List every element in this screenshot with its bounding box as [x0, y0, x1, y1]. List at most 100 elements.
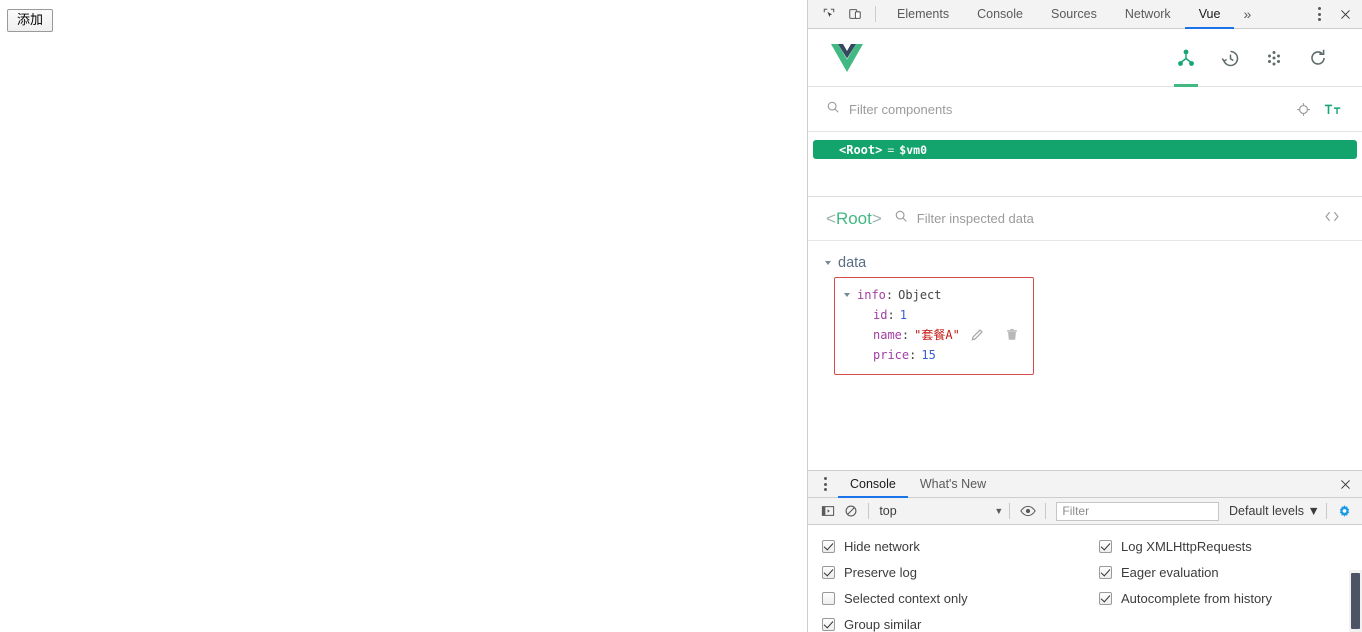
root-name: Root	[835, 208, 872, 228]
console-scrollbar[interactable]	[1349, 570, 1362, 632]
property-row-name[interactable]: name : "套餐A"	[845, 325, 1019, 345]
tab-elements[interactable]: Elements	[883, 0, 963, 29]
tab-console[interactable]: Console	[963, 0, 1037, 29]
pencil-edit-icon[interactable]	[970, 328, 984, 342]
execution-context-select[interactable]: top ▼	[875, 504, 1003, 518]
log-levels-label: Default levels	[1229, 504, 1305, 518]
component-tag: <Root>	[839, 142, 883, 157]
close-icon[interactable]	[1332, 2, 1358, 26]
vue-inspected-data: data info : Object id : 1 name: "套餐A" p…	[808, 241, 1362, 470]
devtools-toolbar: Elements Console Sources Network Vue »	[808, 0, 1362, 29]
checkbox-icon[interactable]	[1099, 539, 1112, 553]
kebab-menu-icon[interactable]	[1306, 2, 1332, 26]
setting-label: Selected context only	[844, 590, 968, 606]
filter-components-input[interactable]	[849, 99, 1288, 119]
vue-inspector-header: <Root>	[808, 197, 1362, 241]
setting-placeholder	[1099, 611, 1362, 632]
object-type: Object	[898, 288, 942, 302]
inspected-component-name: <Root>	[826, 209, 882, 229]
tab-network[interactable]: Network	[1111, 0, 1185, 29]
data-section-header[interactable]: data	[825, 255, 1362, 271]
tab-sources[interactable]: Sources	[1037, 0, 1111, 29]
property-key: id	[873, 308, 888, 322]
setting-hide-network[interactable]: Hide network	[822, 533, 1099, 559]
info-object-box: info : Object id : 1 name : "套餐A" price …	[834, 277, 1034, 375]
timeline-tab-icon[interactable]	[1208, 29, 1252, 87]
vue-panel-actions	[1164, 29, 1340, 87]
setting-preserve-log[interactable]: Preserve log	[822, 559, 1099, 585]
scrollbar-thumb[interactable]	[1351, 573, 1360, 629]
property-value: "套餐A"	[914, 328, 960, 342]
code-brackets-icon[interactable]	[1316, 210, 1348, 227]
chevron-down-icon: ▼	[1307, 504, 1320, 518]
drawer-tab-console[interactable]: Console	[838, 471, 908, 498]
console-sidebar-icon[interactable]	[816, 500, 839, 522]
devtools-toolbar-right	[1306, 2, 1358, 26]
components-tab-icon[interactable]	[1164, 29, 1208, 87]
setting-group-similar[interactable]: Group similar	[822, 611, 1099, 632]
trash-delete-icon[interactable]	[1006, 328, 1018, 342]
device-toolbar-icon[interactable]	[842, 2, 868, 26]
colon: :	[909, 348, 917, 362]
property-key: price	[873, 348, 910, 362]
object-head-row[interactable]: info : Object	[844, 285, 1019, 305]
checkbox-icon[interactable]	[1099, 565, 1112, 579]
checkbox-icon[interactable]	[822, 617, 835, 631]
toolbar-divider	[875, 6, 876, 22]
setting-autocomplete-from-history[interactable]: Autocomplete from history	[1099, 585, 1362, 611]
toolbar-divider	[868, 503, 870, 519]
text-size-icon[interactable]	[1318, 96, 1348, 122]
kebab-menu-icon[interactable]	[812, 472, 838, 496]
toolbar-divider	[1009, 503, 1011, 519]
setting-log-xmlhttprequests[interactable]: Log XMLHttpRequests	[1099, 533, 1362, 559]
log-levels-select[interactable]: Default levels ▼	[1229, 504, 1320, 518]
console-toolbar: top ▼ Default levels ▼	[808, 498, 1362, 525]
vuex-tab-icon[interactable]	[1252, 29, 1296, 87]
colon: :	[885, 288, 894, 302]
drawer-tab-whats-new[interactable]: What's New	[908, 471, 998, 498]
live-expression-eye-icon[interactable]	[1016, 500, 1039, 522]
checkbox-icon[interactable]	[822, 565, 835, 579]
inspect-cursor-icon[interactable]	[816, 2, 842, 26]
setting-label: Eager evaluation	[1121, 564, 1219, 580]
equals-sign: =	[887, 142, 895, 157]
toolbar-divider	[1045, 503, 1047, 519]
object-key: info	[857, 288, 886, 302]
console-filter-box[interactable]	[1056, 501, 1219, 521]
setting-label: Autocomplete from history	[1121, 590, 1273, 606]
checkbox-icon[interactable]	[822, 591, 835, 605]
refresh-icon[interactable]	[1296, 29, 1340, 87]
angle-open: <	[826, 208, 836, 228]
add-button[interactable]: 添加	[7, 9, 54, 32]
close-icon[interactable]	[1329, 478, 1362, 491]
search-icon	[826, 100, 840, 119]
devtools-panel: Elements Console Sources Network Vue » F…	[807, 0, 1362, 632]
setting-selected-context-only[interactable]: Selected context only	[822, 585, 1099, 611]
console-settings-grid: Hide network Log XMLHttpRequests Preserv…	[822, 533, 1362, 632]
tree-row-root[interactable]: <Root> = $vm0	[813, 140, 1357, 159]
checkbox-icon[interactable]	[822, 539, 835, 553]
toolbar-divider	[1325, 503, 1327, 519]
target-select-icon[interactable]	[1288, 96, 1318, 122]
caret-down-icon	[844, 293, 850, 297]
property-value: 1	[899, 308, 907, 322]
property-value: 15	[921, 348, 936, 362]
more-tabs-icon[interactable]: »	[1234, 0, 1260, 29]
filter-inspected-data-input[interactable]	[916, 208, 1316, 229]
property-row-price[interactable]: price : 15	[845, 345, 1019, 365]
property-row-id[interactable]: id : 1	[845, 305, 1019, 325]
chevron-down-icon: ▼	[994, 506, 1004, 516]
setting-eager-evaluation[interactable]: Eager evaluation	[1099, 559, 1362, 585]
tab-vue[interactable]: Vue	[1185, 0, 1235, 29]
vue-devtools-panel: <Root> = $vm0 <Root>	[808, 29, 1362, 470]
setting-label: Preserve log	[844, 564, 917, 580]
checkbox-icon[interactable]	[1099, 591, 1112, 605]
search-icon	[894, 209, 908, 228]
clear-console-icon[interactable]	[839, 500, 862, 522]
data-section-title: data	[838, 255, 867, 271]
console-filter-input[interactable]	[1062, 504, 1213, 518]
property-key: name	[873, 328, 902, 342]
settings-gear-icon[interactable]	[1333, 500, 1356, 522]
devtools-tab-bar: Elements Console Sources Network Vue »	[883, 0, 1306, 29]
setting-label: Log XMLHttpRequests	[1121, 538, 1252, 554]
